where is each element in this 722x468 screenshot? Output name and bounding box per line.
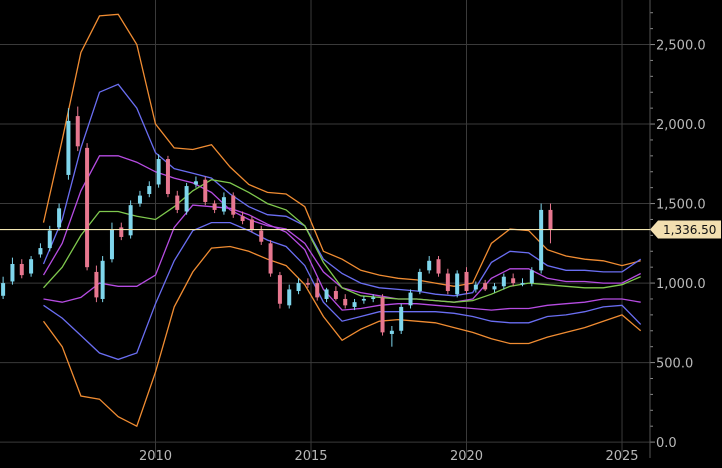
candle-body <box>464 271 469 292</box>
candle-body <box>427 260 432 271</box>
candle-body <box>417 271 422 292</box>
candle-body <box>19 263 24 276</box>
candle-body <box>175 195 180 210</box>
candle-body <box>380 297 385 333</box>
candle-body <box>240 216 245 222</box>
candle-body <box>221 197 226 212</box>
candle-body <box>324 289 329 299</box>
candle-body <box>436 259 441 274</box>
candle-body <box>343 298 348 306</box>
candlestick-chart: 0.0 500.0 1,000.0 1,500.0 2,000.0 2,500.… <box>0 0 722 468</box>
candle-body <box>29 259 34 274</box>
candle-body <box>315 283 320 298</box>
candle-body <box>333 291 338 299</box>
candle-body <box>296 283 301 292</box>
candle-body <box>1 283 6 296</box>
candle-body <box>57 208 62 228</box>
candle-body <box>548 209 553 230</box>
candle-body <box>184 186 189 212</box>
x-tick-label: 2015 <box>294 449 327 464</box>
last-price-tag: 1,336.50 <box>650 220 721 239</box>
candle-body <box>511 278 516 284</box>
x-tick-label: 2010 <box>139 449 172 464</box>
candle-body <box>165 159 170 195</box>
y-tick-label: 0.0 <box>656 436 677 451</box>
candle-body <box>66 120 71 175</box>
candle-body <box>249 219 254 229</box>
candle-body <box>520 283 525 285</box>
candle-body <box>259 230 264 242</box>
candle-body <box>492 286 497 290</box>
candle-body <box>352 302 357 307</box>
candle-body <box>455 273 460 295</box>
candle-body <box>75 116 80 147</box>
y-tick-label: 1,000.0 <box>656 277 706 292</box>
candle-body <box>277 275 282 304</box>
candle-body <box>231 195 236 215</box>
candle-body <box>399 306 404 331</box>
candle-body <box>305 283 310 285</box>
candle-body <box>128 205 133 236</box>
candle-body <box>408 292 413 306</box>
x-tick-label: 2020 <box>450 449 483 464</box>
candle-body <box>539 209 544 271</box>
candle-body <box>203 179 208 202</box>
chart-background <box>0 0 722 468</box>
candle-body <box>156 159 161 185</box>
candle-body <box>100 260 105 299</box>
candle-body <box>361 298 366 301</box>
candle-body <box>445 273 450 292</box>
candle-body <box>212 203 217 210</box>
candle-body <box>47 230 52 249</box>
last-price-label: 1,336.50 <box>663 223 716 237</box>
candle-body <box>147 186 152 195</box>
candle-body <box>483 283 488 290</box>
candle-body <box>94 271 99 298</box>
candle-body <box>119 227 124 237</box>
x-tick-label: 2025 <box>605 449 638 464</box>
candle-body <box>287 289 292 306</box>
candle-body <box>473 284 478 290</box>
y-tick-label: 2,000.0 <box>656 118 706 133</box>
candle-body <box>389 330 394 334</box>
candle-body <box>371 297 376 299</box>
y-tick-label: 1,500.0 <box>656 198 706 213</box>
candle-body <box>38 248 43 255</box>
candle-body <box>10 263 15 282</box>
candle-body <box>529 270 534 284</box>
candle-body <box>85 147 90 268</box>
candle-body <box>193 181 198 185</box>
candle-body <box>109 229 114 260</box>
candle-body <box>137 195 142 204</box>
y-tick-label: 500.0 <box>656 357 693 372</box>
candle-body <box>268 243 273 274</box>
candle-body <box>501 276 506 287</box>
y-tick-label: 2,500.0 <box>656 39 706 54</box>
